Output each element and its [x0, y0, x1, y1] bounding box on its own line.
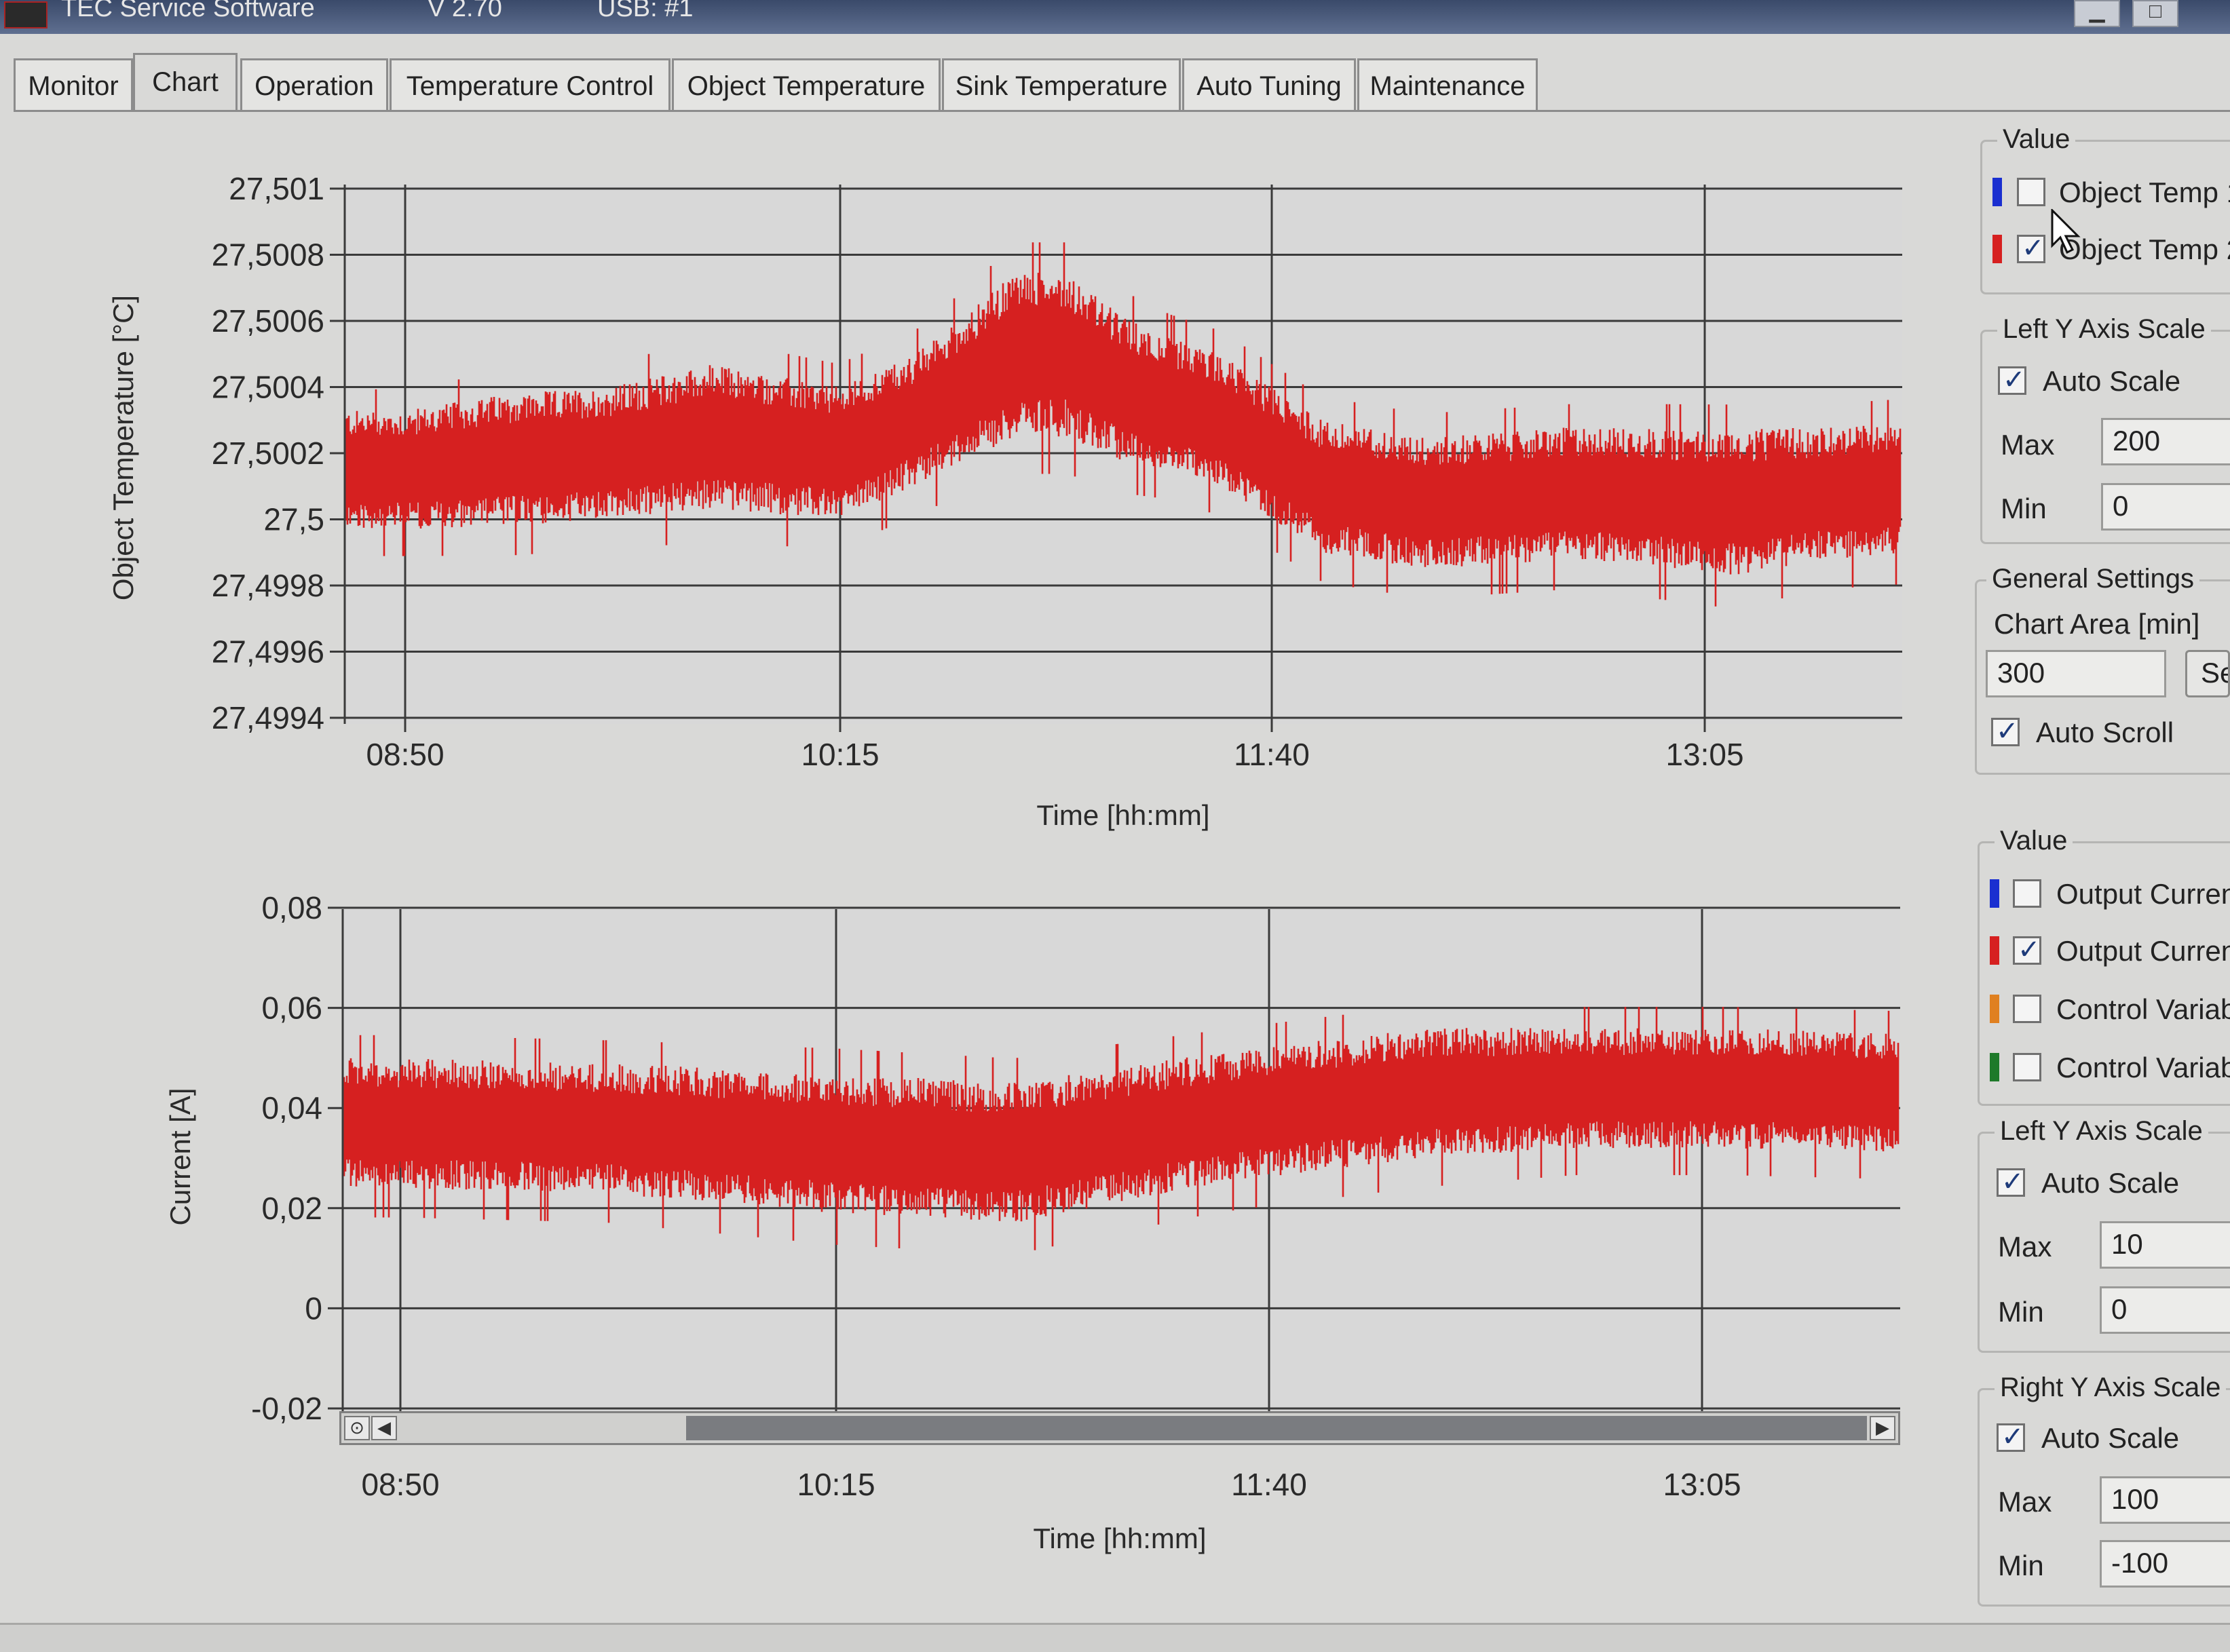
- max-label: Max: [1998, 1231, 2052, 1263]
- min-label: Min: [2001, 493, 2047, 524]
- series-color-swatch: [1990, 936, 1999, 965]
- auto-scale-label: Auto Scale: [2041, 1167, 2180, 1199]
- max-label: Max: [2001, 429, 2055, 461]
- series-color-swatch: [1990, 879, 1999, 908]
- object-temp-2-checkbox[interactable]: [2017, 233, 2045, 264]
- output-current-2-label: Output Current: [2056, 935, 2230, 967]
- x-tick-label: 10:15: [801, 737, 879, 772]
- group-title: Left Y Axis Scale: [1995, 1116, 2208, 1147]
- set-button[interactable]: Set: [2185, 650, 2230, 697]
- top-max-input[interactable]: 200: [2101, 418, 2230, 465]
- object-temp-1-label: Object Temp 1: [2059, 176, 2230, 208]
- x-axis-title: Time [hh:mm]: [1036, 799, 1209, 831]
- series-color-swatch: [1990, 995, 1999, 1023]
- output-current-2-checkbox[interactable]: [2013, 934, 2041, 965]
- top-min-input[interactable]: 0: [2101, 483, 2230, 531]
- y-tick-label: 27,5: [263, 502, 324, 537]
- auto-scale-label: Auto Scale: [2043, 365, 2181, 397]
- right-auto-scale-checkbox[interactable]: [1997, 1421, 2025, 1453]
- object-temperature-chart: 27,501 27,5008 27,5006 27,5004 27,5002 27,5 27…: [107, 171, 1902, 831]
- y-tick-label: 27,5002: [212, 436, 324, 471]
- y-tick-label: 27,5004: [212, 370, 324, 405]
- y-tick-label: 0: [305, 1290, 322, 1326]
- group-title: General Settings: [1986, 564, 2199, 594]
- control-variable-1-label: Control Variable: [2056, 993, 2230, 1025]
- y-axis-title: Object Temperature [°C]: [107, 295, 139, 600]
- minimize-icon[interactable]: ▁: [2074, 0, 2120, 27]
- top-auto-scale-checkbox[interactable]: [1998, 364, 2026, 396]
- y-tick-label: 27,5008: [212, 237, 324, 273]
- window-controls: ▁ □: [2074, 0, 2230, 28]
- series-color-swatch: [1992, 178, 2002, 206]
- scroll-right-icon[interactable]: ▶: [1870, 1416, 1895, 1440]
- status-strip: [0, 1623, 2230, 1652]
- y-tick-label: 27,4994: [212, 700, 324, 735]
- charts-canvas: 27,501 27,5008 27,5006 27,5004 27,5002 27,5 27…: [107, 171, 1902, 1554]
- auto-scroll-checkbox[interactable]: [1991, 716, 2020, 747]
- control-variable-2-checkbox[interactable]: [2013, 1053, 2041, 1081]
- current-chart: 0,08 0,06 0,04 0,02 0 -0,02 08:50 10:15 11:40 13:…: [164, 890, 1900, 1554]
- series-color-swatch: [1990, 1053, 1999, 1081]
- y-tick-label: 27,4998: [212, 568, 324, 603]
- object-temp-1-checkbox[interactable]: [2017, 178, 2045, 206]
- bottom-auto-scale-checkbox[interactable]: [1997, 1166, 2025, 1197]
- x-tick-label: 08:50: [361, 1467, 439, 1502]
- scroll-left-icon[interactable]: ◀: [371, 1416, 397, 1440]
- maximize-icon[interactable]: □: [2132, 0, 2178, 27]
- control-variable-1-checkbox[interactable]: [2013, 995, 2041, 1023]
- x-tick-label: 13:05: [1665, 737, 1743, 772]
- group-title: Right Y Axis Scale: [1995, 1372, 2227, 1403]
- x-tick-label: 10:15: [797, 1467, 875, 1502]
- control-variable-2-label: Control Variable: [2056, 1052, 2230, 1083]
- y-tick-label: 27,4996: [212, 634, 324, 670]
- chart-area-label: Chart Area [min]: [1994, 608, 2200, 640]
- bottom-left-max-input[interactable]: 10: [2100, 1221, 2230, 1269]
- chart-scrollbar[interactable]: ⊙ ◀ ▶: [339, 1411, 1900, 1445]
- scroll-reset-icon[interactable]: ⊙: [344, 1416, 370, 1440]
- x-tick-label: 13:05: [1663, 1467, 1741, 1502]
- group-title: Value: [1995, 826, 2073, 856]
- max-label: Max: [1998, 1486, 2052, 1518]
- y-tick-label: 0,06: [261, 991, 322, 1026]
- group-title: Left Y Axis Scale: [1997, 314, 2211, 345]
- x-axis-title: Time [hh:mm]: [1033, 1522, 1206, 1554]
- scroll-thumb[interactable]: [686, 1416, 1867, 1440]
- series-color-swatch: [1992, 235, 2002, 263]
- x-tick-label: 11:40: [1234, 737, 1310, 772]
- y-tick-label: 0,08: [261, 890, 322, 925]
- min-label: Min: [1998, 1550, 2044, 1581]
- output-current-1-checkbox[interactable]: [2013, 879, 2041, 908]
- y-tick-label: 27,5006: [212, 303, 324, 339]
- y-tick-label: 27,501: [229, 171, 324, 206]
- x-tick-label: 11:40: [1231, 1467, 1307, 1502]
- y-axis-title: Current [A]: [164, 1088, 196, 1225]
- top-value-group: Value: [1980, 124, 2230, 294]
- group-title: Value: [1997, 124, 2076, 155]
- y-tick-label: -0,02: [251, 1391, 322, 1426]
- chart-area-input[interactable]: 300: [1986, 650, 2166, 697]
- y-tick-label: 0,04: [261, 1090, 322, 1126]
- right-min-input[interactable]: -100: [2100, 1540, 2230, 1588]
- auto-scroll-label: Auto Scroll: [2036, 716, 2174, 748]
- bottom-left-min-input[interactable]: 0: [2100, 1286, 2230, 1334]
- auto-scale-label: Auto Scale: [2041, 1422, 2180, 1454]
- min-label: Min: [1998, 1296, 2044, 1328]
- y-tick-label: 0,02: [261, 1191, 322, 1226]
- x-tick-label: 08:50: [366, 737, 444, 772]
- mouse-cursor-icon: [2051, 209, 2081, 254]
- right-max-input[interactable]: 100: [2100, 1476, 2230, 1524]
- output-current-1-label: Output Current: [2056, 878, 2230, 910]
